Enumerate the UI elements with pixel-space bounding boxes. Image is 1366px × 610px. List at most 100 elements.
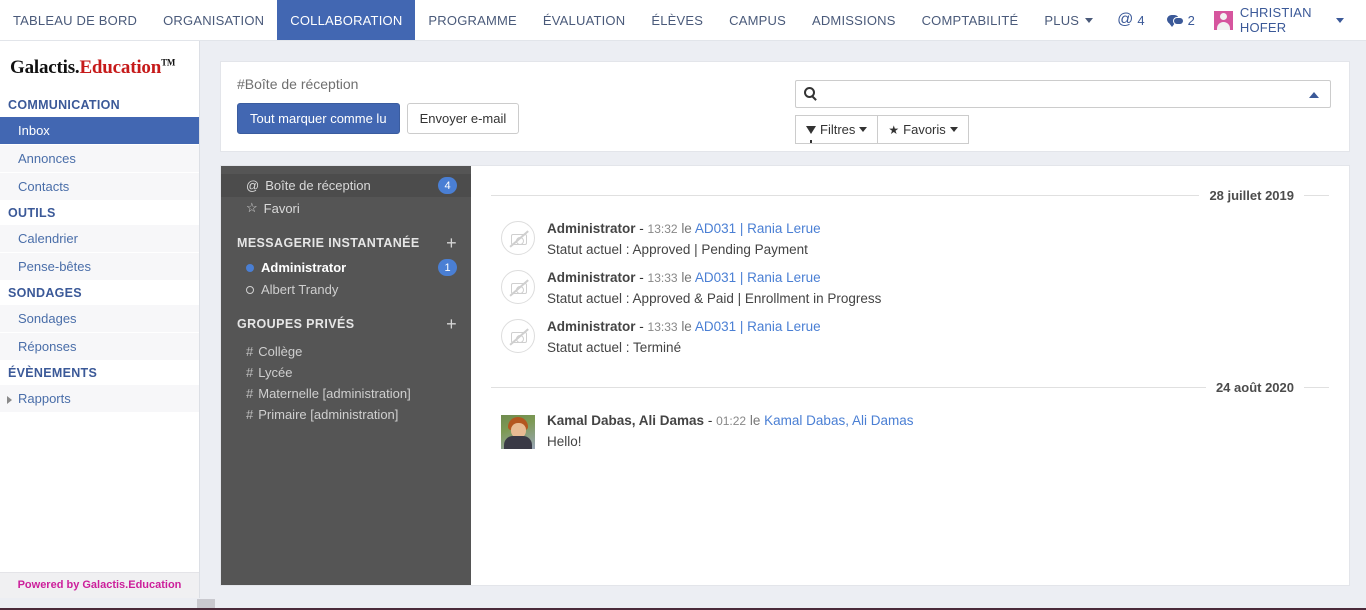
sidebar-item-calendrier[interactable]: Calendrier: [0, 225, 199, 253]
send-email-button[interactable]: Envoyer e-mail: [406, 103, 520, 134]
instant-messaging-title: MESSAGERIE INSTANTANÉE: [237, 236, 420, 250]
mark-all-read-button[interactable]: Tout marquer comme lu: [237, 103, 400, 134]
message-preposition: le: [681, 319, 692, 334]
message-item[interactable]: Administrator - 13:32 le AD031 | Rania L…: [491, 211, 1329, 260]
speech-bubble-icon: [1166, 14, 1184, 27]
message-item[interactable]: Administrator - 13:33 le AD031 | Rania L…: [491, 309, 1329, 358]
message-author: Kamal Dabas, Ali Damas: [547, 413, 705, 428]
topnav-item-l-ves[interactable]: ÉLÈVES: [638, 0, 716, 40]
sidebar-item-label: Calendrier: [18, 231, 78, 246]
message-header: Administrator - 13:32 le AD031 | Rania L…: [547, 219, 821, 239]
topnav-item-label: COLLABORATION: [290, 12, 403, 28]
date-separator-label: 28 juillet 2019: [1209, 188, 1294, 203]
bottom-status-strip: [0, 598, 1366, 610]
topnav-item-campus[interactable]: CAMPUS: [716, 0, 799, 40]
topnav-item-plus[interactable]: PLUS: [1031, 0, 1106, 40]
user-menu[interactable]: CHRISTIAN HOFER: [1206, 5, 1356, 35]
chevron-down-icon: [1336, 17, 1344, 23]
add-conversation-button[interactable]: +: [446, 234, 457, 252]
sidebar-item-sondages[interactable]: Sondages: [0, 305, 199, 333]
at-icon: @: [1117, 11, 1134, 28]
hash-icon: #: [246, 344, 254, 359]
conversation-item-label: Albert Trandy: [261, 282, 339, 297]
sidebar-item-label: Sondages: [18, 311, 77, 326]
favorites-button[interactable]: ★ Favoris: [878, 115, 969, 144]
avatar-placeholder-icon: [501, 221, 535, 255]
conversation-item-administrator[interactable]: Administrator 1: [221, 256, 471, 279]
unread-badge: 4: [438, 177, 457, 194]
topnav-item-label: ÉVALUATION: [542, 12, 626, 28]
group-item-lyc-e[interactable]: # Lycée: [221, 362, 471, 383]
topnav-item-label: ORGANISATION: [163, 12, 265, 28]
sidebar-section-title: OUTILS: [8, 206, 56, 220]
topnav-item-admissions[interactable]: ADMISSIONS: [799, 0, 909, 40]
message-item[interactable]: Kamal Dabas, Ali Damas - 01:22 le Kamal …: [491, 403, 1329, 452]
topnav-item-valuation[interactable]: ÉVALUATION: [530, 0, 638, 40]
message-body: Administrator - 13:32 le AD031 | Rania L…: [547, 217, 821, 260]
avatar-placeholder-icon: [501, 319, 535, 353]
star-outline-icon: ☆: [246, 200, 258, 215]
toolbar-left: #Boîte de réception Tout marquer comme l…: [237, 76, 520, 151]
add-group-button[interactable]: +: [446, 315, 457, 333]
resize-handle[interactable]: [197, 599, 215, 608]
channel-item-favori[interactable]: ☆ Favori: [221, 197, 471, 219]
sidebar-item-annonces[interactable]: Annonces: [0, 145, 199, 173]
message-item[interactable]: Administrator - 13:33 le AD031 | Rania L…: [491, 260, 1329, 309]
brand-logo: Galactis.EducationTM: [0, 41, 199, 93]
message-time: 13:32: [647, 222, 678, 236]
group-item-maternelle-administration[interactable]: # Maternelle [administration]: [221, 383, 471, 404]
sidebar-item-inbox[interactable]: Inbox: [0, 117, 199, 145]
topnav-item-collaboration[interactable]: COLLABORATION: [277, 0, 416, 40]
user-name: CHRISTIAN HOFER: [1239, 5, 1312, 35]
group-item-label: Primaire [administration]: [258, 407, 399, 422]
message-body: Administrator - 13:33 le AD031 | Rania L…: [547, 315, 821, 358]
message-target-link[interactable]: AD031 | Rania Lerue: [695, 270, 821, 285]
topnav-item-programme[interactable]: PROGRAMME: [415, 0, 529, 40]
messages-counter[interactable]: 2: [1156, 13, 1206, 28]
message-target-link[interactable]: AD031 | Rania Lerue: [695, 221, 821, 236]
filters-button[interactable]: Filtres: [795, 115, 879, 144]
avatar: [501, 415, 535, 449]
topnav-right-actions: @ 4 2 CHRISTIAN HOFER: [1106, 0, 1366, 40]
chevron-down-icon: [949, 127, 958, 132]
message-author: Administrator: [547, 270, 636, 285]
message-author: Administrator: [547, 319, 636, 334]
channel-item-bo-te-de-r-ception[interactable]: @ Boîte de réception 4: [221, 174, 471, 197]
message-preposition: le: [749, 413, 761, 428]
inbox-toolbar-card: #Boîte de réception Tout marquer comme l…: [220, 61, 1350, 152]
message-time: 01:22: [716, 414, 747, 428]
sidebar-item-contacts[interactable]: Contacts: [0, 173, 199, 201]
chevron-up-icon[interactable]: [1309, 92, 1319, 98]
channel-sidebar: @ Boîte de réception 4 ☆ Favori MESSAGERIE I…: [221, 166, 471, 585]
topnav-item-comptabilit[interactable]: COMPTABILITÉ: [909, 0, 1032, 40]
message-body: Kamal Dabas, Ali Damas - 01:22 le Kamal …: [547, 409, 913, 452]
sidebar-item-rapports[interactable]: Rapports: [0, 385, 199, 413]
divider: [1304, 195, 1329, 196]
sidebar-item-r-ponses[interactable]: Réponses: [0, 333, 199, 361]
message-dash: -: [635, 319, 648, 334]
group-item-label: Collège: [258, 344, 303, 359]
message-text: Statut actuel : Approved & Paid | Enroll…: [547, 291, 882, 306]
private-groups-title: GROUPES PRIVÉS: [237, 317, 355, 331]
message-body: Administrator - 13:33 le AD031 | Rania L…: [547, 266, 881, 309]
avatar: [1213, 10, 1233, 30]
conversation-item-albert-trandy[interactable]: Albert Trandy: [221, 279, 471, 300]
message-author: Administrator: [547, 221, 636, 236]
page-title: #Boîte de réception: [237, 76, 359, 92]
group-item-label: Maternelle [administration]: [258, 386, 411, 401]
message-target-link[interactable]: AD031 | Rania Lerue: [695, 319, 821, 334]
topnav-item-tableau-de-bord[interactable]: TABLEAU DE BORD: [0, 0, 150, 40]
date-separator-label: 24 août 2020: [1215, 380, 1294, 395]
group-item-primaire-administration[interactable]: # Primaire [administration]: [221, 404, 471, 425]
brand-name-secondary: Education: [79, 57, 162, 78]
message-target-link[interactable]: Kamal Dabas, Ali Damas: [764, 413, 913, 428]
topnav-item-organisation[interactable]: ORGANISATION: [150, 0, 277, 40]
divider: [1304, 387, 1329, 388]
sidebar-item-pense-b-tes[interactable]: Pense-bêtes: [0, 253, 199, 281]
group-item-coll-ge[interactable]: # Collège: [221, 341, 471, 362]
search-input[interactable]: [824, 81, 1300, 107]
hash-icon: #: [246, 386, 254, 401]
mentions-counter[interactable]: @ 4: [1106, 12, 1155, 28]
topnav-item-label: ADMISSIONS: [811, 12, 896, 28]
sidebar-section-title: ÉVÈNEMENTS: [8, 366, 98, 380]
